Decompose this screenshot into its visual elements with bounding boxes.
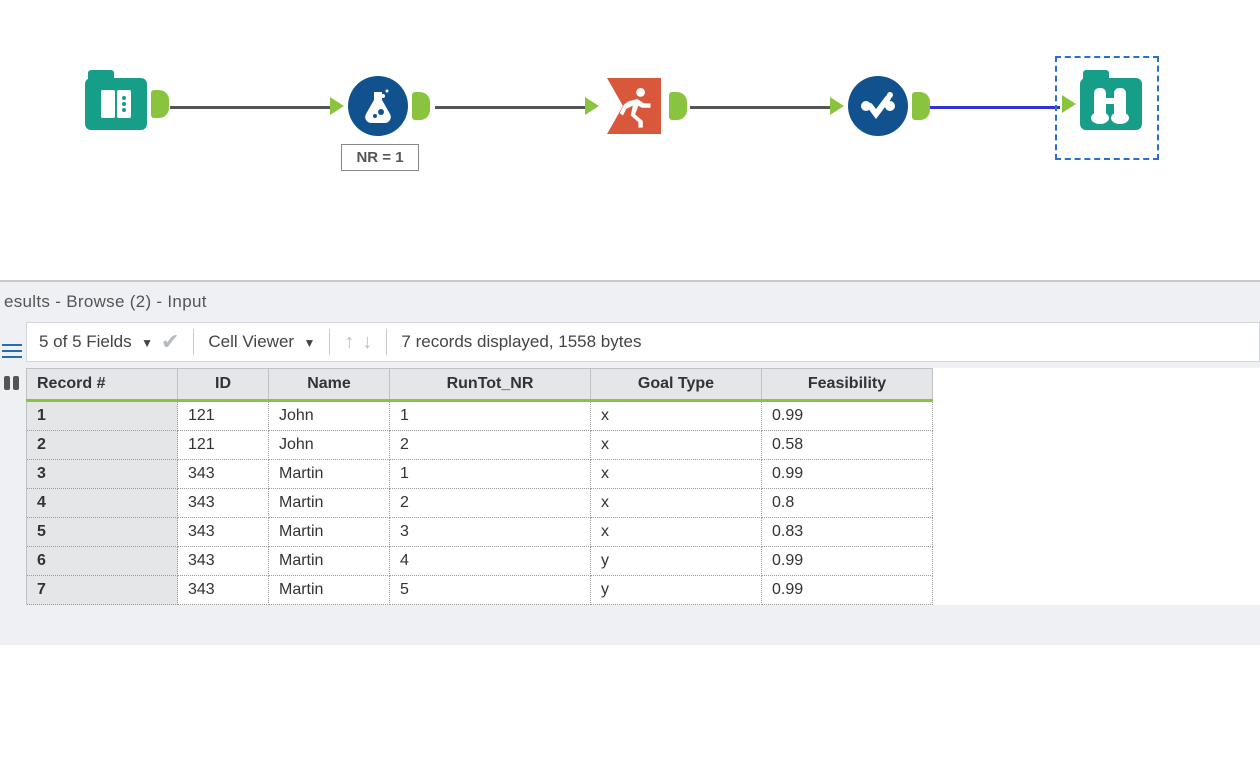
- check-dots-icon: [848, 76, 908, 136]
- flask-icon: [348, 76, 408, 136]
- cell-goaltype[interactable]: x: [591, 401, 762, 431]
- cell-id[interactable]: 343: [178, 518, 269, 547]
- cell-goaltype[interactable]: x: [591, 518, 762, 547]
- cell-record[interactable]: 5: [27, 518, 178, 547]
- connector: [170, 106, 330, 109]
- cell-feas[interactable]: 0.99: [762, 576, 933, 605]
- book-icon: [85, 78, 147, 130]
- cell-id[interactable]: 343: [178, 547, 269, 576]
- table-row[interactable]: 3343Martin1x0.99: [27, 460, 933, 489]
- cell-runtot[interactable]: 1: [390, 460, 591, 489]
- records-status: 7 records displayed, 1558 bytes: [401, 332, 641, 352]
- output-port[interactable]: [912, 92, 930, 120]
- cell-runtot[interactable]: 4: [390, 547, 591, 576]
- results-table[interactable]: Record # ID Name RunTot_NR Goal Type Fea…: [26, 368, 933, 605]
- col-id[interactable]: ID: [178, 369, 269, 401]
- fields-dropdown[interactable]: 5 of 5 Fields ▼: [39, 332, 153, 352]
- cell-feas[interactable]: 0.58: [762, 431, 933, 460]
- cell-record[interactable]: 3: [27, 460, 178, 489]
- cell-goaltype[interactable]: x: [591, 489, 762, 518]
- connector: [435, 106, 585, 109]
- cell-goaltype[interactable]: x: [591, 431, 762, 460]
- output-port[interactable]: [412, 92, 430, 120]
- table-row[interactable]: 5343Martin3x0.83: [27, 518, 933, 547]
- col-runtot[interactable]: RunTot_NR: [390, 369, 591, 401]
- cell-runtot[interactable]: 3: [390, 518, 591, 547]
- cell-feas[interactable]: 0.99: [762, 460, 933, 489]
- cell-id[interactable]: 121: [178, 401, 269, 431]
- cell-name[interactable]: John: [269, 431, 390, 460]
- table-row[interactable]: 1121John1x0.99: [27, 401, 933, 431]
- cell-name[interactable]: Martin: [269, 460, 390, 489]
- table-view-icon[interactable]: [2, 342, 22, 360]
- cell-feas[interactable]: 0.83: [762, 518, 933, 547]
- cell-feas[interactable]: 0.99: [762, 547, 933, 576]
- runner-icon: [603, 76, 665, 136]
- cell-record[interactable]: 6: [27, 547, 178, 576]
- apply-check-icon[interactable]: ✔: [161, 329, 179, 355]
- cell-feas[interactable]: 0.99: [762, 401, 933, 431]
- cell-viewer-dropdown[interactable]: Cell Viewer ▼: [208, 332, 315, 352]
- browse-view-icon[interactable]: [2, 374, 22, 392]
- results-toolbar: 5 of 5 Fields ▼ ✔ Cell Viewer ▼ ↑ ↓ 7 re…: [26, 322, 1260, 362]
- table-row[interactable]: 4343Martin2x0.8: [27, 489, 933, 518]
- output-port[interactable]: [669, 92, 687, 120]
- cell-runtot[interactable]: 2: [390, 489, 591, 518]
- col-feas[interactable]: Feasibility: [762, 369, 933, 401]
- input-tool[interactable]: [85, 78, 169, 130]
- move-down-icon[interactable]: ↓: [362, 331, 372, 354]
- table-row[interactable]: 2121John2x0.58: [27, 431, 933, 460]
- col-record[interactable]: Record #: [27, 369, 178, 401]
- node-annotation[interactable]: NR = 1: [341, 144, 418, 171]
- cell-goaltype[interactable]: y: [591, 547, 762, 576]
- cell-feas[interactable]: 0.8: [762, 489, 933, 518]
- formula-tool[interactable]: NR = 1: [330, 76, 430, 171]
- connector: [930, 106, 1060, 109]
- col-goaltype[interactable]: Goal Type: [591, 369, 762, 401]
- cell-id[interactable]: 343: [178, 489, 269, 518]
- cell-runtot[interactable]: 5: [390, 576, 591, 605]
- cell-id[interactable]: 121: [178, 431, 269, 460]
- input-port[interactable]: [330, 97, 344, 115]
- connector: [690, 106, 830, 109]
- cell-runtot[interactable]: 2: [390, 431, 591, 460]
- table-row[interactable]: 6343Martin4y0.99: [27, 547, 933, 576]
- cell-record[interactable]: 4: [27, 489, 178, 518]
- select-tool[interactable]: [830, 76, 930, 136]
- cell-id[interactable]: 343: [178, 460, 269, 489]
- binoculars-icon: [1080, 78, 1142, 130]
- move-up-icon[interactable]: ↑: [344, 331, 354, 354]
- cell-name[interactable]: Martin: [269, 576, 390, 605]
- output-port[interactable]: [151, 90, 169, 118]
- cell-runtot[interactable]: 1: [390, 401, 591, 431]
- input-port[interactable]: [1062, 95, 1076, 113]
- running-total-tool[interactable]: [585, 76, 687, 136]
- results-panel: esults - Browse (2) - Input 5 of 5 Field…: [0, 282, 1260, 645]
- input-port[interactable]: [585, 97, 599, 115]
- input-port[interactable]: [830, 97, 844, 115]
- col-name[interactable]: Name: [269, 369, 390, 401]
- cell-name[interactable]: Martin: [269, 547, 390, 576]
- workflow-canvas[interactable]: NR = 1: [0, 0, 1260, 282]
- cell-record[interactable]: 2: [27, 431, 178, 460]
- cell-record[interactable]: 1: [27, 401, 178, 431]
- table-row[interactable]: 7343Martin5y0.99: [27, 576, 933, 605]
- cell-name[interactable]: John: [269, 401, 390, 431]
- cell-id[interactable]: 343: [178, 576, 269, 605]
- cell-name[interactable]: Martin: [269, 518, 390, 547]
- cell-goaltype[interactable]: y: [591, 576, 762, 605]
- table-header-row: Record # ID Name RunTot_NR Goal Type Fea…: [27, 369, 933, 401]
- browse-tool[interactable]: [1062, 78, 1142, 130]
- cell-record[interactable]: 7: [27, 576, 178, 605]
- cell-goaltype[interactable]: x: [591, 460, 762, 489]
- cell-name[interactable]: Martin: [269, 489, 390, 518]
- results-title: esults - Browse (2) - Input: [0, 282, 1260, 322]
